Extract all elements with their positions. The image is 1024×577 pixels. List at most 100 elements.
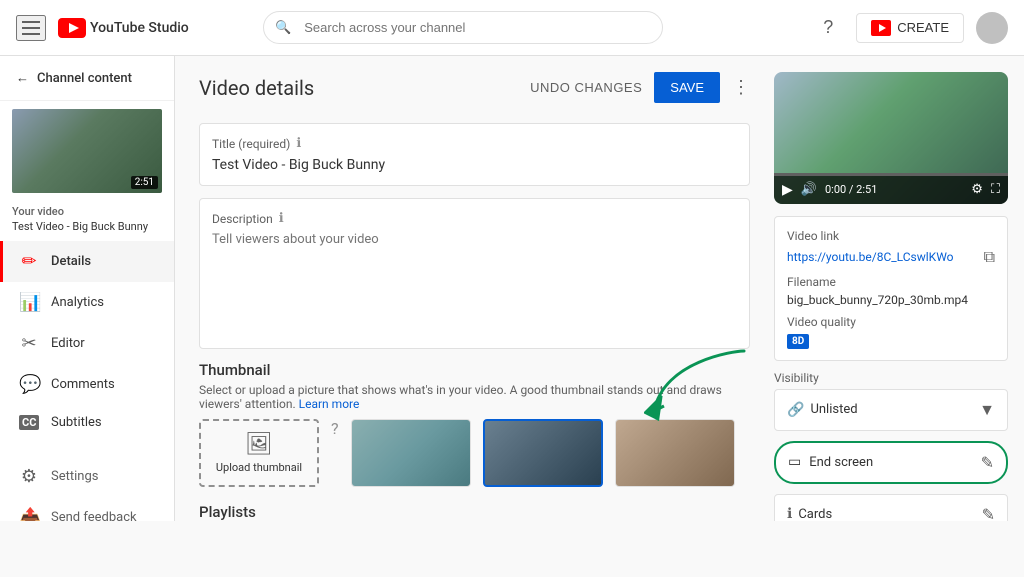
search-icon: 🔍 [275,20,291,35]
description-help-icon[interactable]: ℹ [279,211,284,226]
sidebar-back-button[interactable]: ← Channel content [0,56,174,101]
filename: big_buck_bunny_720p_30mb.mp4 [787,293,995,307]
thumbnail-learn-more-link[interactable]: Learn more [299,397,360,411]
page-header: Video details UNDO CHANGES SAVE ⋮ [199,72,750,103]
more-options-button[interactable]: ⋮ [732,77,750,98]
sidebar: ← Channel content 2:51 Your video Test V… [0,56,175,521]
sidebar-item-comments[interactable]: 💬 Comments [0,364,174,405]
play-button[interactable]: ▶ [782,182,793,198]
sidebar-item-label-details: Details [51,254,91,269]
title-help-icon[interactable]: ℹ [296,136,301,151]
help-button[interactable]: ? [812,12,844,44]
details-icon: ✏ [19,251,39,272]
header-actions: UNDO CHANGES SAVE ⋮ [530,72,750,103]
subtitles-icon: CC [19,415,39,430]
thumbnail-title: Thumbnail [199,361,750,379]
description-input[interactable] [212,232,737,332]
page-title: Video details [199,76,314,100]
cards-left: ℹ Cards [787,506,832,521]
nav-left: YouTube Studio [16,15,189,41]
video-duration: 2:51 [131,176,158,189]
sidebar-item-label-feedback: Send feedback [51,510,137,521]
visibility-label: Visibility [774,371,1008,385]
feedback-icon: 📤 [19,507,39,521]
sidebar-item-subtitles[interactable]: CC Subtitles [0,405,174,440]
sidebar-video-title: Test Video - Big Buck Bunny [0,220,174,241]
thumbnail-row: 🖼 Upload thumbnail ? [199,419,750,487]
sidebar-item-analytics[interactable]: 📊 Analytics [0,282,174,323]
main-layout: ← Channel content 2:51 Your video Test V… [0,56,1024,521]
copy-icon[interactable]: ⧉ [984,247,995,267]
sidebar-item-feedback[interactable]: 📤 Send feedback [0,497,174,521]
top-nav: YouTube Studio 🔍 ? CREATE [0,0,1024,56]
hamburger-menu[interactable] [16,15,46,41]
settings-icon: ⚙ [19,466,39,487]
create-icon [871,20,891,36]
sidebar-item-label-settings: Settings [51,469,98,484]
back-arrow-icon: ← [16,70,29,86]
youtube-logo: YouTube Studio [58,18,189,38]
end-screen-icon: ▭ [788,454,801,470]
video-controls: ▶ 🔊 0:00 / 2:51 ⚙ ⛶ [774,176,1008,204]
playlists-title: Playlists [199,503,750,521]
avatar[interactable] [976,12,1008,44]
thumbnail-help-icon[interactable]: ? [331,419,339,438]
comments-icon: 💬 [19,374,39,395]
upload-label: Upload thumbnail [216,461,302,474]
main-content: Video details UNDO CHANGES SAVE ⋮ Title … [175,56,774,521]
quality-label: Video quality [787,315,995,329]
right-panel: ▶ 🔊 0:00 / 2:51 ⚙ ⛶ Video link https://y… [774,56,1024,521]
sidebar-bottom: ⚙ Settings 📤 Send feedback [0,456,174,521]
volume-button[interactable]: 🔊 [801,182,817,197]
visibility-icon: 🔗 [787,402,804,418]
youtube-icon [58,18,86,38]
fullscreen-button[interactable]: ⛶ [991,182,1000,197]
video-link-box: Video link https://youtu.be/8C_LCswlKWo … [774,216,1008,361]
video-time: 0:00 / 2:51 [825,183,963,196]
quality-badge: 8D [787,334,809,349]
visibility-left: 🔗 Unlisted [787,402,858,418]
undo-button[interactable]: UNDO CHANGES [530,80,642,95]
sidebar-item-label-editor: Editor [51,336,85,351]
sidebar-item-details[interactable]: ✏ Details [0,241,174,282]
end-screen-edit-icon[interactable]: ✎ [981,453,994,472]
filename-label: Filename [787,275,995,289]
description-label: Description ℹ [212,211,737,226]
channel-content-label: Channel content [37,71,132,86]
video-link[interactable]: https://youtu.be/8C_LCswlKWo [787,250,954,264]
sidebar-item-editor[interactable]: ✂ Editor [0,323,174,364]
cards-icon: ℹ [787,506,792,521]
upload-icon: 🖼 [245,432,273,457]
video-preview: ▶ 🔊 0:00 / 2:51 ⚙ ⛶ [774,72,1008,204]
save-button[interactable]: SAVE [654,72,720,103]
sidebar-nav: ✏ Details 📊 Analytics ✂ Editor 💬 Comment… [0,241,174,440]
your-video-label: Your video [0,201,174,220]
studio-label: YouTube Studio [90,20,189,36]
thumbnail-desc: Select or upload a picture that shows wh… [199,383,750,411]
cards-box: ℹ Cards ✎ [774,494,1008,521]
thumbnail-option-3[interactable] [615,419,735,487]
playlists-section: Playlists Add your video to one or more … [199,503,750,521]
title-input[interactable] [212,157,737,173]
sidebar-item-label-analytics: Analytics [51,295,104,310]
thumbnail-section: Thumbnail Select or upload a picture tha… [199,361,750,487]
thumbnail-option-2[interactable] [483,419,603,487]
upload-thumbnail-button[interactable]: 🖼 Upload thumbnail [199,419,319,487]
title-label: Title (required) ℹ [212,136,737,151]
visibility-value: Unlisted [810,402,857,417]
search-bar: 🔍 [263,11,663,44]
create-button[interactable]: CREATE [856,13,964,43]
cards-text: Cards [798,507,832,521]
visibility-select[interactable]: 🔗 Unlisted ▼ [774,389,1008,431]
visibility-container: Visibility 🔗 Unlisted ▼ [774,371,1008,431]
thumbnail-option-1[interactable] [351,419,471,487]
cards-edit-icon[interactable]: ✎ [982,505,995,521]
end-screen-left: ▭ End screen [788,454,873,470]
sidebar-item-settings[interactable]: ⚙ Settings [0,456,174,497]
video-link-label: Video link [787,229,995,243]
search-input[interactable] [263,11,663,44]
end-screen-text: End screen [809,455,873,470]
sidebar-item-label-comments: Comments [51,377,115,392]
video-settings-button[interactable]: ⚙ [971,182,983,197]
visibility-chevron-icon: ▼ [979,400,995,420]
